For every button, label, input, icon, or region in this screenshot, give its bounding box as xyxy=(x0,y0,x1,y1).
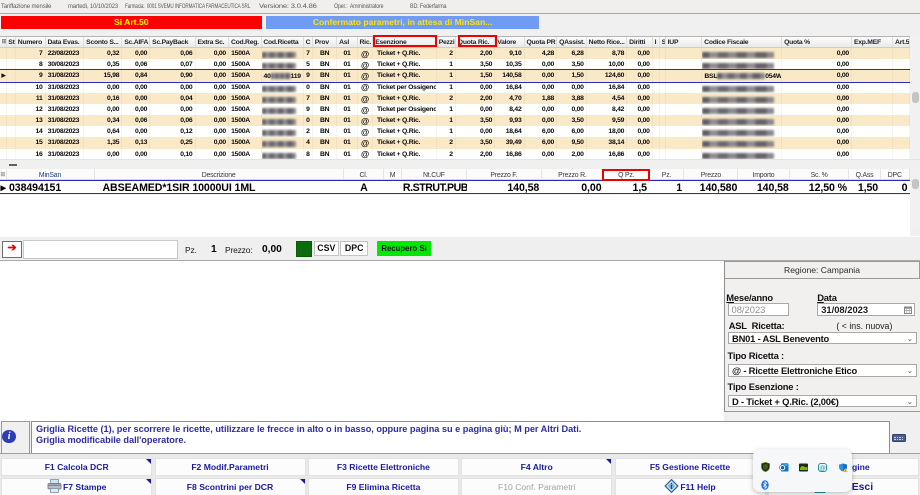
svg-text:!: ! xyxy=(845,469,846,472)
svg-text:@: @ xyxy=(819,465,826,472)
